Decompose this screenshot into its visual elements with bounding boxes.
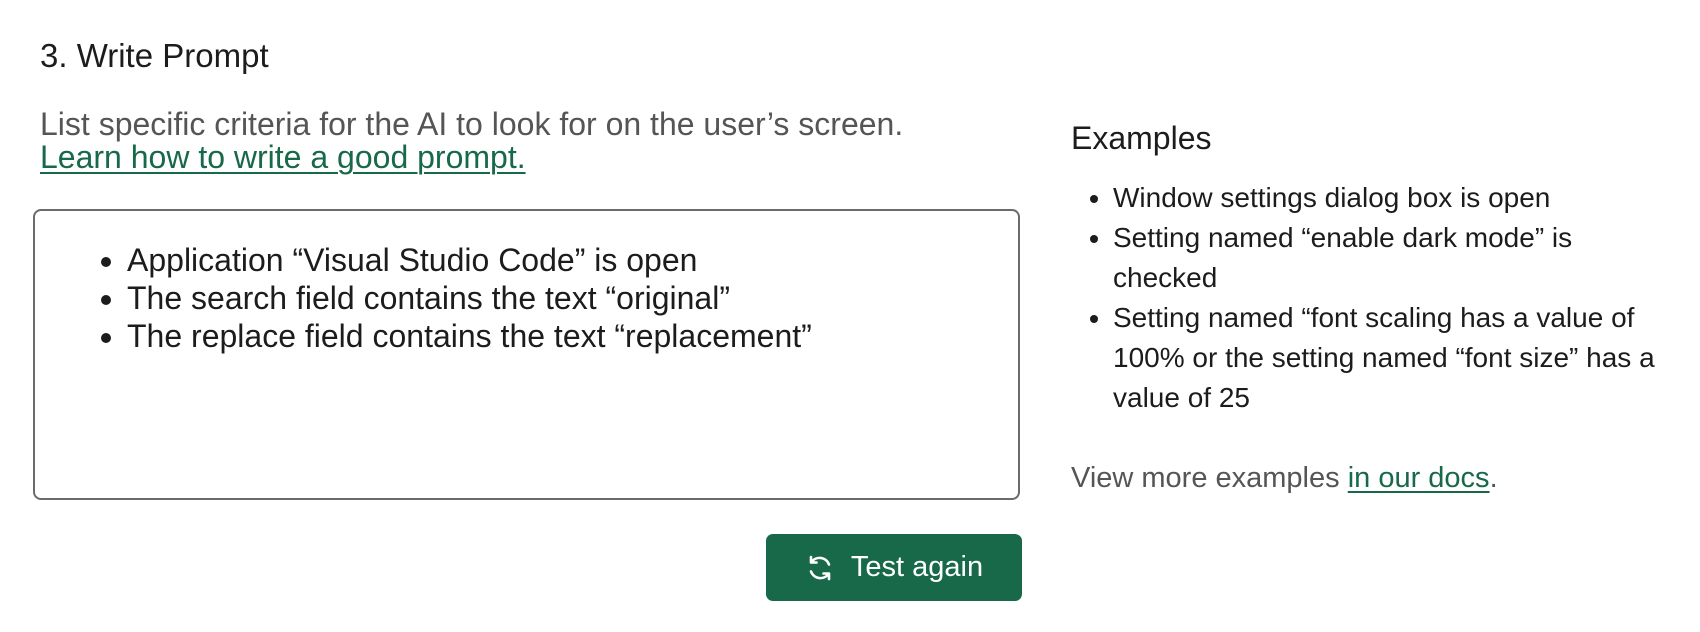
write-prompt-panel: 3. Write Prompt List specific criteria f… [0,0,1700,632]
intro-description: List specific criteria for the AI to loo… [40,108,1020,174]
docs-link[interactable]: in our docs [1348,462,1490,494]
section-title: 3. Write Prompt [40,37,269,74]
example-item: Window settings dialog box is open [1113,178,1671,218]
examples-title: Examples [1071,120,1212,156]
view-more-examples: View more examples in our docs. [1071,458,1498,498]
view-more-text: View more examples [1071,462,1348,494]
prompt-criteria-list: Application “Visual Studio Code” is open… [55,241,998,355]
learn-prompt-link[interactable]: Learn how to write a good prompt. [40,139,526,175]
examples-list: Window settings dialog box is open Setti… [1071,178,1671,418]
prompt-editor[interactable]: Application “Visual Studio Code” is open… [33,209,1020,500]
refresh-icon [805,554,835,582]
example-item: Setting named “enable dark mode” is chec… [1113,218,1671,298]
prompt-criterion: The replace field contains the text “rep… [127,317,998,355]
test-again-button[interactable]: Test again [766,534,1022,601]
intro-text: List specific criteria for the AI to loo… [40,106,904,142]
example-item: Setting named “font scaling has a value … [1113,298,1671,418]
prompt-criterion: Application “Visual Studio Code” is open [127,241,998,279]
prompt-criterion: The search field contains the text “orig… [127,279,998,317]
view-more-period: . [1489,462,1498,494]
test-again-label: Test again [850,551,984,583]
